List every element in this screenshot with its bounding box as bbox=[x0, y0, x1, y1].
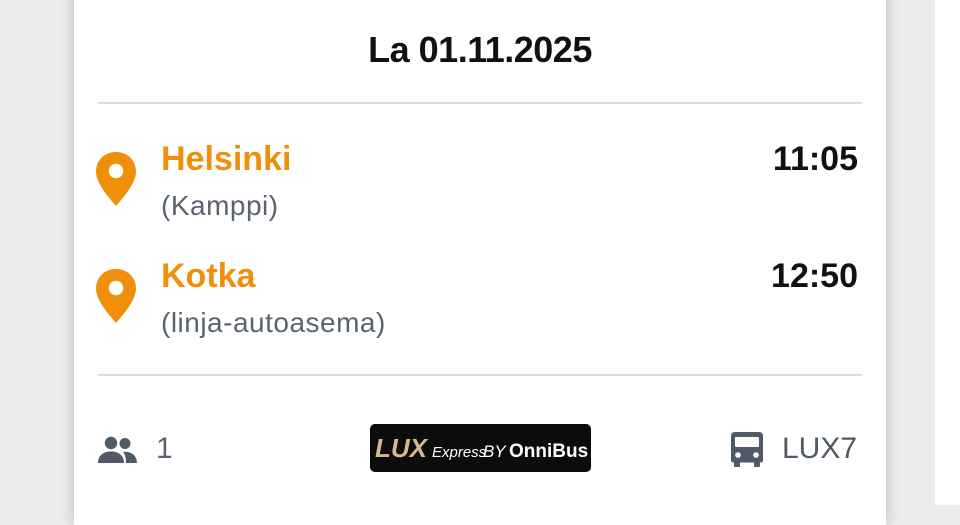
trip-date: La 01.11.2025 bbox=[368, 29, 592, 70]
arrival-city: Kotka bbox=[161, 257, 256, 295]
departure-station: (Kamppi) bbox=[161, 190, 279, 221]
passenger-count: 1 bbox=[156, 432, 173, 465]
location-pin-icon bbox=[96, 152, 136, 206]
people-icon bbox=[98, 436, 137, 463]
svg-text:OnniBus: OnniBus bbox=[509, 441, 588, 462]
divider bbox=[98, 374, 862, 376]
arrival-stop: Kotka (linja-autoasema) 12:50 bbox=[74, 257, 886, 357]
adjacent-card-edge bbox=[935, 0, 960, 505]
divider bbox=[98, 102, 862, 104]
operator-logo: LUX Express BY OnniBus bbox=[370, 424, 591, 472]
arrival-station: (linja-autoasema) bbox=[161, 307, 386, 338]
bus-icon bbox=[731, 432, 763, 467]
departure-stop: Helsinki (Kamppi) 11:05 bbox=[74, 140, 886, 240]
svg-text:LUX: LUX bbox=[375, 433, 429, 463]
departure-city: Helsinki bbox=[161, 140, 292, 178]
svg-text:BY: BY bbox=[483, 442, 507, 461]
route-code: LUX7 bbox=[782, 432, 858, 465]
departure-time: 11:05 bbox=[772, 140, 858, 178]
trip-card[interactable]: La 01.11.2025 Helsinki (Kamppi) 11:05 Ko… bbox=[74, 0, 886, 525]
location-pin-icon bbox=[96, 269, 136, 323]
svg-text:Express: Express bbox=[432, 444, 487, 461]
arrival-time: 12:50 bbox=[771, 257, 858, 295]
